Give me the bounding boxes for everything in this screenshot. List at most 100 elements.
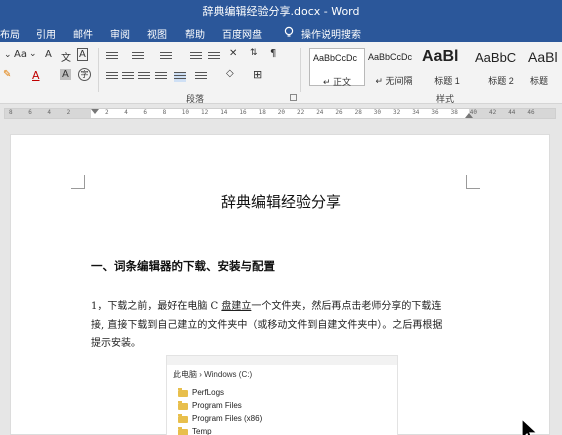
mouse-pointer-icon (521, 417, 539, 435)
line-spacing-icon[interactable] (195, 72, 207, 82)
ruler-tick-label: 32 (393, 109, 401, 116)
paragraph-line[interactable]: 提示安装。 (91, 334, 141, 349)
align-left-icon[interactable] (106, 72, 118, 82)
ruler-tick-label: 8 (162, 109, 167, 116)
font-size-dropdown-icon[interactable]: ⌄ (29, 49, 37, 59)
lightbulb-icon[interactable] (283, 26, 295, 38)
ruler-tick-label: 6 (28, 109, 32, 116)
justify-icon[interactable] (155, 72, 167, 82)
folder-item: Temp (178, 427, 212, 435)
enclose-characters-icon[interactable]: 字 (78, 68, 91, 81)
image-top-bar (167, 356, 397, 365)
ruler-tick-label: 22 (297, 109, 305, 116)
bullets-icon[interactable] (106, 52, 118, 62)
ruler-tick-label: 34 (412, 109, 420, 116)
ribbon-separator (300, 48, 301, 92)
align-right-icon[interactable] (138, 72, 150, 82)
chinese-layout-icon[interactable]: ✕ (229, 48, 237, 59)
font-name-dropdown[interactable]: ⌄ (4, 50, 12, 60)
ruler-tick-label: 10 (181, 109, 190, 116)
font-size-button[interactable]: Aa (14, 49, 27, 60)
folder-icon (178, 414, 188, 423)
ruler-tick-label: 16 (239, 109, 247, 116)
right-indent-marker[interactable] (465, 113, 473, 118)
tab-baidu-netdisk[interactable]: 百度网盘 (222, 26, 262, 41)
decrease-indent-icon[interactable] (190, 52, 202, 62)
style-normal[interactable]: AaBbCcDc ↵ 正文 (309, 48, 365, 87)
ruler-tick-label: 2 (66, 109, 71, 116)
margin-corner-mark (466, 175, 480, 189)
horizontal-ruler[interactable]: 8 6 4 2 2 4 6 8 10 12 14 16 18 20 22 24 26 28 30 32 34 36 38 40… (0, 104, 562, 121)
margin-corner-mark (71, 175, 85, 189)
paragraph-dialog-launcher-icon[interactable] (290, 94, 297, 101)
first-line-indent-marker[interactable] (91, 109, 99, 114)
title-bar: 辞典编辑经验分享.docx - Word (0, 0, 562, 21)
ruler-tick-label: 18 (258, 109, 266, 116)
multilevel-list-icon[interactable] (160, 52, 172, 62)
folder-item: Program Files (178, 401, 242, 413)
section-heading[interactable]: 一、词条编辑器的下载、安装与配置 (91, 258, 275, 274)
tab-help[interactable]: 帮助 (185, 26, 205, 41)
numbering-icon[interactable] (132, 52, 144, 62)
ruler-tick-label: 42 (489, 109, 497, 116)
folder-icon (178, 388, 188, 397)
ruler-tick-label: 2 (105, 109, 109, 116)
tell-me-search[interactable]: 操作说明搜索 (301, 26, 361, 41)
sort-icon[interactable]: ⇅ (250, 48, 258, 58)
document-page[interactable]: 辞典编辑经验分享 一、词条编辑器的下载、安装与配置 1，下载之前，最好在电脑 C… (10, 134, 550, 435)
phonetic-guide-button[interactable]: 文 (61, 49, 71, 64)
tab-layout[interactable]: 布局 (0, 26, 20, 41)
tab-references[interactable]: 引用 (36, 26, 56, 41)
ruler-tick-label: 8 (9, 109, 13, 116)
ribbon-tabs: 布局 引用 邮件 审阅 视图 帮助 百度网盘 操作说明搜索 (0, 21, 562, 42)
ruler-tick-label: 36 (431, 109, 439, 116)
tab-view[interactable]: 视图 (147, 26, 167, 41)
document-canvas[interactable]: 辞典编辑经验分享 一、词条编辑器的下载、安装与配置 1，下载之前，最好在电脑 C… (0, 121, 562, 435)
ruler-tick-label: 4 (124, 109, 128, 116)
ruler-tick-label: 14 (220, 109, 228, 116)
show-formatting-icon[interactable]: ¶ (270, 48, 276, 59)
ruler-strip: 8 6 4 2 2 4 6 8 10 12 14 16 18 20 22 24 26 28 30 32 34 36 38 40… (4, 108, 556, 119)
document-title[interactable]: 辞典编辑经验分享 (11, 191, 551, 212)
shading-icon[interactable]: ◇ (226, 68, 234, 79)
explorer-breadcrumb: 此电脑 › Windows (C:) (173, 370, 253, 379)
word-window: 辞典编辑经验分享.docx - Word 布局 引用 邮件 审阅 视图 帮助 百… (0, 0, 562, 435)
distributed-icon[interactable] (174, 72, 186, 82)
character-border-button[interactable]: A (77, 48, 88, 61)
character-shading-icon[interactable]: A (60, 69, 71, 80)
ruler-tick-label: 24 (316, 109, 324, 116)
text-highlight-icon[interactable]: ✎ (3, 69, 11, 80)
ribbon-separator (98, 48, 99, 92)
folder-item: Program Files (x86) (178, 414, 262, 426)
ruler-tick-label: 6 (143, 109, 148, 116)
paragraph-line[interactable]: 1，下载之前，最好在电脑 C 盘建立一个文件夹，然后再点击老师分享的下载连 (91, 297, 441, 312)
ruler-tick-label: 26 (335, 109, 343, 116)
ruler-tick-label: 28 (354, 109, 362, 116)
underlined-text: 盘建立 (221, 301, 252, 312)
folder-item: PerfLogs (178, 388, 224, 400)
tab-review[interactable]: 审阅 (110, 26, 130, 41)
ruler-tick-label: 44 (508, 109, 516, 116)
style-title[interactable]: AaBl 标题 (528, 48, 562, 86)
embedded-explorer-image[interactable]: 此电脑 › Windows (C:) PerfLogs Program File… (166, 355, 398, 435)
ruler-tick-label: 30 (373, 109, 382, 116)
borders-icon[interactable]: ⊞ (253, 68, 262, 81)
style-no-spacing[interactable]: AaBbCcDc ↵ 无间隔 (367, 48, 421, 86)
paragraph-line[interactable]: 接, 直接下载到自己建立的文件夹中（或移动文件到自建文件夹中）。之后再根据 (91, 316, 442, 331)
ribbon-home: ⌄ Aa ⌄ A 文 A ✎ A A 字 ✕ ⇅ ¶ ◇ ⊞ 段落 AaBbCc… (0, 42, 562, 105)
ruler-tick-label: 20 (277, 109, 286, 116)
tab-mailings[interactable]: 邮件 (73, 26, 93, 41)
folder-icon (178, 401, 188, 410)
style-heading-2[interactable]: AaBbC 标题 2 (475, 48, 527, 86)
ruler-tick-label: 46 (527, 109, 535, 116)
font-color-icon[interactable]: A (32, 69, 40, 82)
ruler-tick-label: 38 (450, 109, 458, 116)
window-title: 辞典编辑经验分享.docx - Word (202, 5, 360, 18)
increase-indent-icon[interactable] (208, 52, 220, 62)
ruler-tick-label: 4 (47, 109, 52, 116)
change-case-icon[interactable]: A (45, 49, 52, 60)
align-center-icon[interactable] (122, 72, 134, 82)
style-heading-1[interactable]: AaBl 标题 1 (422, 48, 472, 86)
folder-icon (178, 427, 188, 435)
ruler-tick-label: 12 (201, 109, 209, 116)
